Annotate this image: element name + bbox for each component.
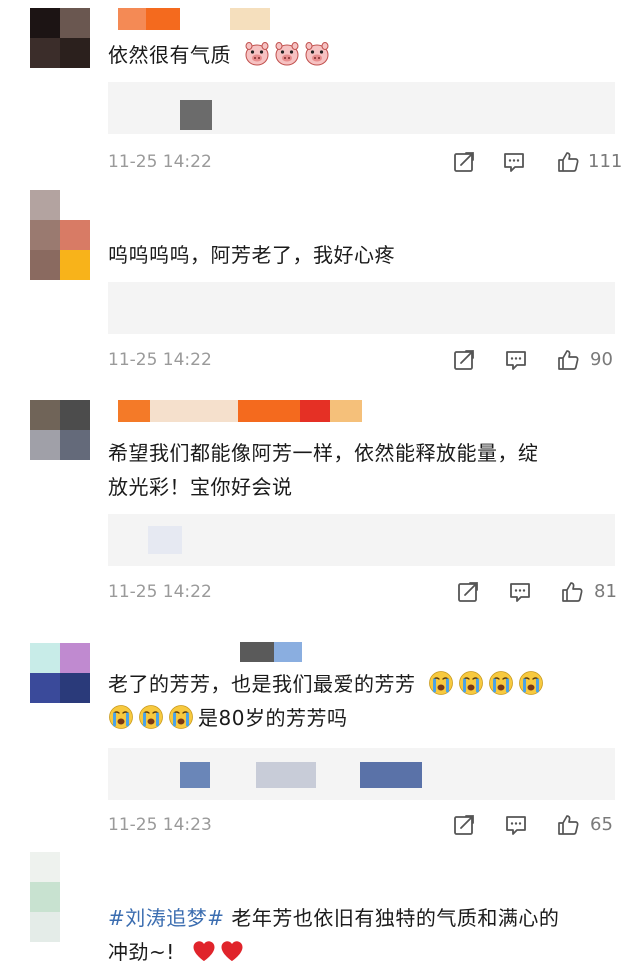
username[interactable] (118, 400, 363, 422)
comment-icon[interactable] (504, 348, 528, 372)
comment-icon[interactable] (504, 813, 528, 837)
reply-preview[interactable] (108, 282, 615, 334)
like-icon[interactable] (556, 348, 580, 372)
comment-meta: 11-25 14:23 65 (108, 812, 618, 838)
hashtag-link[interactable]: #刘涛追梦# (108, 906, 225, 930)
timestamp: 11-25 14:22 (108, 350, 212, 370)
like-icon[interactable] (556, 813, 580, 837)
avatar[interactable] (30, 190, 90, 282)
share-icon[interactable] (452, 150, 476, 174)
pig-face-icon (274, 41, 300, 67)
comment-text: 依然很有气质 (108, 38, 608, 72)
comment-meta: 11-25 14:22 90 (108, 347, 618, 373)
comment-text: 老了的芳芳，也是我们最爱的芳芳 是80岁的芳芳吗 (108, 667, 608, 735)
share-icon[interactable] (452, 348, 476, 372)
crying-face-icon (518, 670, 544, 696)
username[interactable] (240, 642, 304, 662)
comment-text: #刘涛追梦# 老年芳也依旧有独特的气质和满心的 冲劲~! (108, 906, 560, 964)
avatar[interactable] (30, 643, 90, 703)
username[interactable] (118, 8, 278, 30)
like-count: 90 (590, 349, 613, 370)
reply-preview[interactable] (108, 748, 615, 800)
reply-preview[interactable] (108, 82, 615, 134)
avatar[interactable] (30, 400, 90, 460)
comment-meta: 11-25 14:22 111 (108, 149, 622, 175)
like-icon[interactable] (556, 150, 580, 174)
comment-icon[interactable] (508, 580, 532, 604)
timestamp: 11-25 14:22 (108, 152, 212, 172)
like-icon[interactable] (560, 580, 584, 604)
avatar[interactable] (30, 8, 90, 68)
crying-face-icon (138, 704, 164, 730)
comment-icon[interactable] (502, 150, 526, 174)
crying-face-icon (168, 704, 194, 730)
crying-face-icon (428, 670, 454, 696)
reply-preview[interactable] (108, 514, 615, 566)
pig-face-icon (304, 41, 330, 67)
comment-text: 希望我们都能像阿芳一样，依然能释放能量，绽 放光彩！宝你好会说 (108, 441, 539, 499)
share-icon[interactable] (452, 813, 476, 837)
timestamp: 11-25 14:23 (108, 815, 212, 835)
timestamp: 11-25 14:22 (108, 582, 212, 602)
like-count: 81 (594, 581, 617, 602)
crying-face-icon (488, 670, 514, 696)
like-count: 65 (590, 814, 613, 835)
share-icon[interactable] (456, 580, 480, 604)
red-heart-icon (220, 940, 244, 962)
comment-meta: 11-25 14:22 81 (108, 579, 618, 605)
red-heart-icon (192, 940, 216, 962)
like-count: 111 (588, 151, 623, 172)
comment-text: 呜呜呜呜，阿芳老了，我好心疼 (108, 243, 395, 267)
avatar[interactable] (30, 852, 90, 944)
pig-face-icon (244, 41, 270, 67)
crying-face-icon (458, 670, 484, 696)
crying-face-icon (108, 704, 134, 730)
